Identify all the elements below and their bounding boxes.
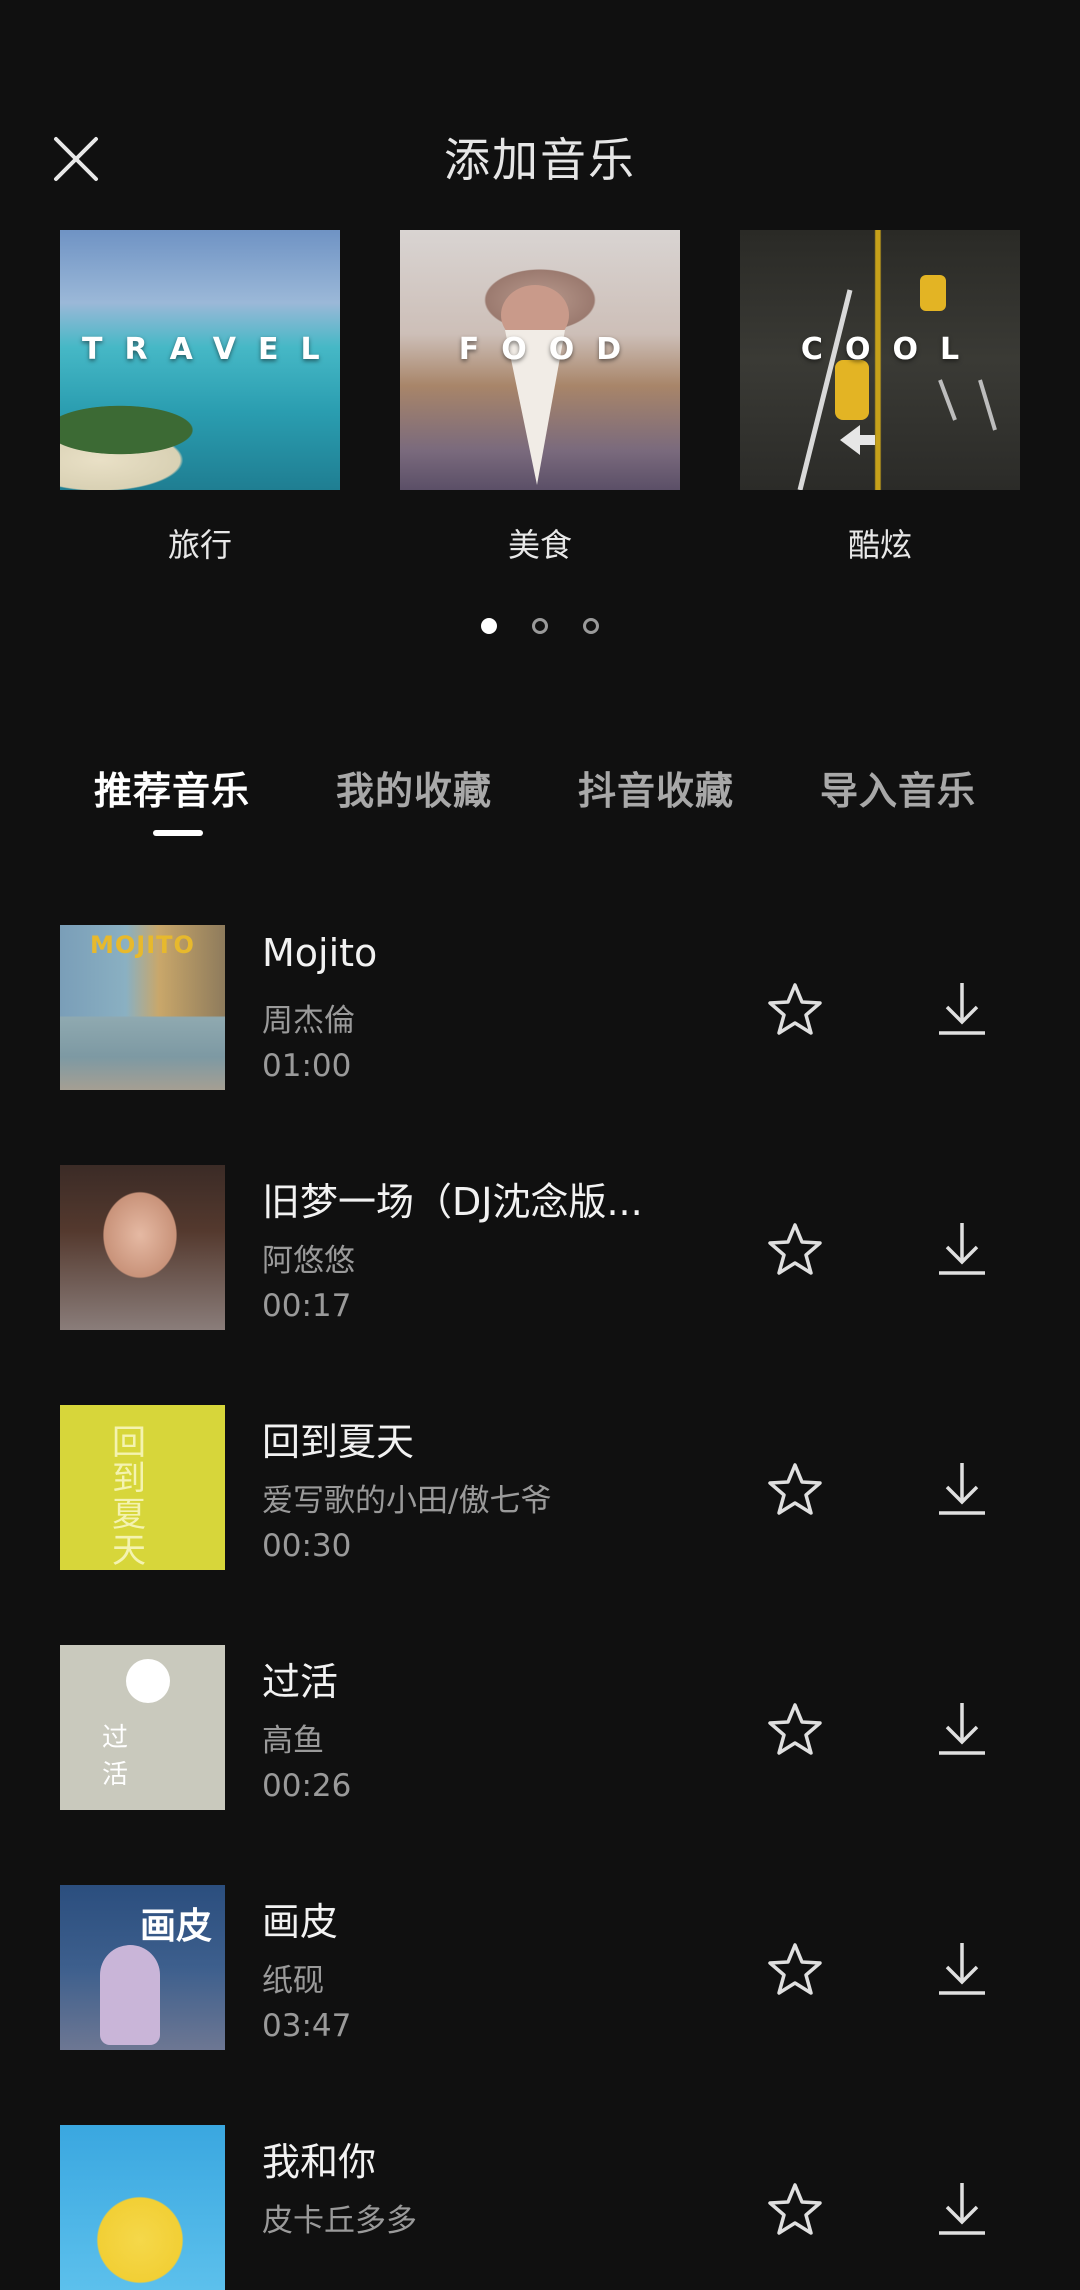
cover-text: 过 活 bbox=[102, 1723, 159, 1790]
cover-text: 画皮 bbox=[140, 1906, 213, 1947]
favorite-star-icon[interactable] bbox=[765, 1460, 825, 1520]
favorite-star-icon[interactable] bbox=[765, 1220, 825, 1280]
tab-import-music[interactable]: 导入音乐 bbox=[820, 760, 976, 815]
page-title: 添加音乐 bbox=[444, 133, 636, 187]
category-label: 旅行 bbox=[167, 526, 232, 564]
song-artist: 高鱼 bbox=[262, 1723, 324, 1759]
song-artist: 皮卡丘多多 bbox=[262, 2203, 417, 2239]
pager-dot[interactable] bbox=[532, 618, 548, 634]
category-food[interactable]: FOOD 美食 bbox=[400, 230, 680, 566]
carousel-pager bbox=[0, 618, 1080, 638]
album-cover: 画皮 bbox=[60, 1885, 225, 2050]
category-label: 酷炫 bbox=[847, 526, 912, 564]
album-cover bbox=[60, 2125, 225, 2290]
song-title: Mojito bbox=[262, 931, 378, 975]
category-label: 美食 bbox=[507, 526, 572, 564]
song-duration: 01:00 bbox=[262, 1048, 352, 1084]
album-cover: 过 活 bbox=[60, 1645, 225, 1810]
tab-douyin-favorites[interactable]: 抖音收藏 bbox=[578, 760, 734, 815]
cover-figure bbox=[100, 1945, 160, 2045]
download-icon[interactable] bbox=[935, 1939, 989, 1999]
song-row[interactable]: 回到夏天 回到夏天 爱写歌的小田/傲七爷 00:30 bbox=[0, 1405, 1080, 1570]
favorite-star-icon[interactable] bbox=[765, 1700, 825, 1760]
pager-dot[interactable] bbox=[583, 618, 600, 634]
song-row[interactable]: 过 活 过活 高鱼 00:26 bbox=[0, 1645, 1080, 1810]
header: 添加音乐 bbox=[0, 0, 1080, 220]
song-row[interactable]: MOJITO Mojito 周杰倫 01:00 bbox=[0, 925, 1080, 1090]
category-cool[interactable]: COOL 酷炫 bbox=[740, 230, 1020, 566]
category-thumbnail: TRAVEL bbox=[60, 230, 340, 490]
song-duration: 00:17 bbox=[262, 1288, 352, 1324]
song-row[interactable]: 画皮 画皮 纸砚 03:47 bbox=[0, 1885, 1080, 2050]
cover-text: 回到夏天 bbox=[112, 1423, 146, 1570]
download-icon[interactable] bbox=[935, 1459, 989, 1519]
song-title: 回到夏天 bbox=[262, 1420, 415, 1464]
favorite-star-icon[interactable] bbox=[765, 980, 825, 1040]
favorite-star-icon[interactable] bbox=[765, 1940, 825, 2000]
song-duration: 00:26 bbox=[262, 1768, 352, 1804]
album-cover: 回到夏天 bbox=[60, 1405, 225, 1570]
song-artist: 纸砚 bbox=[262, 1963, 324, 1999]
active-tab-indicator bbox=[153, 830, 203, 836]
song-duration: 00:30 bbox=[262, 1528, 352, 1564]
song-duration: 03:47 bbox=[262, 2008, 352, 2044]
music-tabs: 推荐音乐 我的收藏 抖音收藏 导入音乐 bbox=[0, 760, 1080, 840]
category-travel[interactable]: TRAVEL 旅行 bbox=[60, 230, 340, 566]
song-row[interactable]: 旧梦一场（DJ沈念版... 阿悠悠 00:17 bbox=[0, 1165, 1080, 1330]
pager-dot[interactable] bbox=[480, 618, 497, 634]
song-artist: 阿悠悠 bbox=[262, 1243, 355, 1279]
category-overlay-text: TRAVEL bbox=[82, 332, 340, 367]
song-title: 我和你 bbox=[262, 2140, 377, 2184]
category-carousel[interactable]: TRAVEL 旅行 FOOD 美食 COOL 酷炫 bbox=[0, 230, 1080, 564]
category-thumbnail: FOOD bbox=[400, 230, 680, 490]
download-icon[interactable] bbox=[935, 2179, 989, 2239]
song-artist: 爱写歌的小田/傲七爷 bbox=[262, 1483, 552, 1519]
song-artist: 周杰倫 bbox=[262, 1003, 355, 1039]
category-overlay-text: FOOD bbox=[458, 332, 644, 367]
category-overlay-text: COOL bbox=[800, 332, 982, 367]
category-thumbnail: COOL bbox=[740, 230, 1020, 490]
favorite-star-icon[interactable] bbox=[765, 2180, 825, 2240]
tab-my-favorites[interactable]: 我的收藏 bbox=[336, 760, 492, 815]
song-title: 过活 bbox=[262, 1660, 339, 1704]
song-row[interactable]: 我和你 皮卡丘多多 bbox=[0, 2125, 1080, 2290]
cover-moon bbox=[126, 1659, 170, 1703]
album-cover: MOJITO bbox=[60, 925, 225, 1090]
download-icon[interactable] bbox=[935, 1219, 989, 1279]
tab-recommended[interactable]: 推荐音乐 bbox=[94, 760, 250, 815]
cover-text: MOJITO bbox=[90, 931, 195, 959]
song-title: 旧梦一场（DJ沈念版... bbox=[262, 1180, 643, 1224]
album-cover bbox=[60, 1165, 225, 1330]
download-icon[interactable] bbox=[935, 1699, 989, 1759]
download-icon[interactable] bbox=[935, 979, 989, 1039]
song-title: 画皮 bbox=[262, 1900, 339, 1944]
ice-cream-icon bbox=[501, 285, 569, 485]
